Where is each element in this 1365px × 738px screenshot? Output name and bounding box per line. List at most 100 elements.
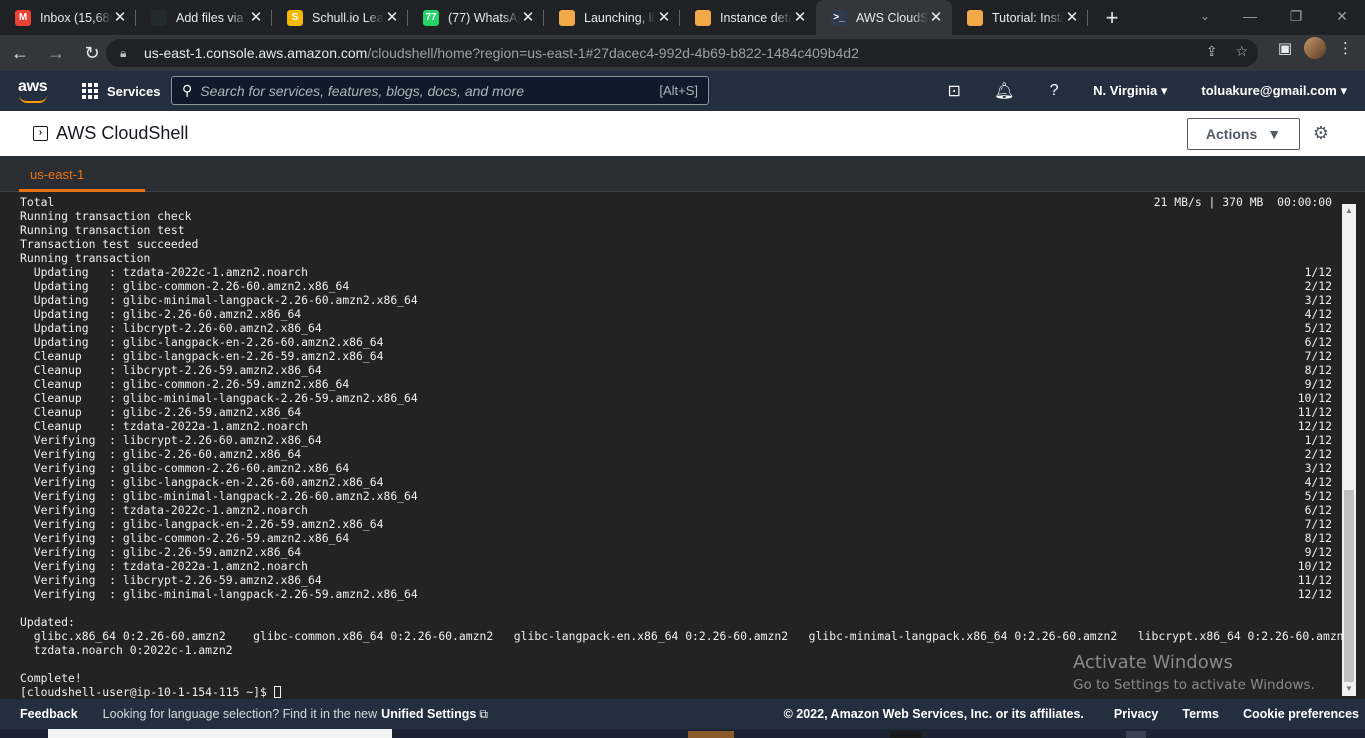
terminal-line-text: Verifying : glibc-minimal-langpack-2.26-… <box>20 489 418 503</box>
close-tab-icon[interactable]: ✕ <box>928 9 944 26</box>
taskbar-app-icon[interactable] <box>1126 731 1146 738</box>
grid-icon <box>82 83 98 99</box>
region-selector[interactable]: N. Virginia ▾ <box>1093 83 1167 99</box>
browser-tab-label: Instance details <box>720 10 792 25</box>
close-tab-icon[interactable]: ✕ <box>112 9 128 26</box>
back-button[interactable]: ← <box>4 37 36 69</box>
help-icon[interactable]: ? <box>1029 82 1079 100</box>
browser-tab[interactable]: >_ AWS CloudShell✕ <box>816 0 952 35</box>
taskbar-search-box[interactable] <box>48 729 392 738</box>
services-menu[interactable]: Services <box>82 83 161 99</box>
terminal-line-progress: 10/12 <box>1297 559 1332 573</box>
browser-tab-label: Launching, listing <box>584 10 656 25</box>
tab-search-icon[interactable]: ⌄ <box>1192 4 1218 28</box>
actions-dropdown-button[interactable]: Actions ▼ <box>1187 118 1300 150</box>
terminal-line-text: glibc.x86_64 0:2.26-60.amzn2 glibc-commo… <box>20 629 1351 643</box>
terms-link[interactable]: Terms <box>1182 707 1219 721</box>
reload-button[interactable]: ↻ <box>76 37 108 69</box>
aws-search-input[interactable]: ⚲ Search for services, features, blogs, … <box>171 76 709 105</box>
account-menu[interactable]: toluakure@gmail.com ▾ <box>1201 83 1347 99</box>
cloudshell-header: › AWS CloudShell Actions ▼ ⚙ <box>0 111 1365 156</box>
browser-tab-label: AWS CloudShell <box>856 10 928 25</box>
close-tab-icon[interactable]: ✕ <box>1064 9 1080 26</box>
terminal-line-progress: 9/12 <box>1304 377 1332 391</box>
new-tab-button[interactable]: + <box>1094 0 1130 35</box>
terminal-line: Verifying : libcrypt-2.26-59.amzn2.x86_6… <box>20 573 1340 587</box>
restore-button[interactable]: ❐ <box>1273 0 1319 32</box>
close-tab-icon[interactable]: ✕ <box>384 9 400 26</box>
browser-tab[interactable]: M Inbox (15,689)✕ <box>0 0 136 35</box>
share-icon[interactable]: ⇪ <box>1206 43 1218 60</box>
aws-top-nav: aws Services ⚲ Search for services, feat… <box>0 71 1365 111</box>
whatsapp-icon: 77 <box>423 9 439 26</box>
cloudshell-nav-icon[interactable]: ⊡ <box>929 81 979 101</box>
terminal-line-text: Total <box>20 195 55 209</box>
terminal-line-progress: 4/12 <box>1304 475 1332 489</box>
close-tab-icon[interactable]: ✕ <box>520 9 536 26</box>
terminal-line-progress: 1/12 <box>1304 433 1332 447</box>
terminal-line-text: tzdata.noarch 0:2022c-1.amzn2 <box>20 643 233 657</box>
search-icon: ⚲ <box>182 82 193 98</box>
bookmark-star-icon[interactable]: ☆ <box>1235 43 1248 60</box>
browser-tab[interactable]: 77 (77) WhatsApp✕ <box>408 0 544 35</box>
terminal-line-text: Updating : glibc-langpack-en-2.26-60.amz… <box>20 335 384 349</box>
tab-separator <box>1087 10 1088 26</box>
aws-logo[interactable]: aws <box>18 78 50 104</box>
terminal-line-text: Verifying : libcrypt-2.26-59.amzn2.x86_6… <box>20 573 322 587</box>
caret-down-icon: ▼ <box>1267 126 1282 142</box>
close-tab-icon[interactable]: ✕ <box>248 9 264 26</box>
scroll-up-arrow[interactable]: ▲ <box>1342 204 1356 218</box>
terminal-line: Verifying : tzdata-2022c-1.amzn2.noarch 6… <box>20 503 1340 517</box>
browser-tab[interactable]: Instance details✕ <box>680 0 816 35</box>
browser-tab[interactable]: S Schull.io Learning✕ <box>272 0 408 35</box>
browser-tab-label: Inbox (15,689) <box>40 10 112 25</box>
minimize-button[interactable]: — <box>1227 0 1273 32</box>
forward-button[interactable]: → <box>40 37 72 69</box>
unified-settings-link[interactable]: Unified Settings <box>381 707 476 721</box>
aws-box-icon <box>559 9 575 26</box>
terminal-line: Cleanup : glibc-common-2.26-59.amzn2.x86… <box>20 377 1340 391</box>
close-tab-icon[interactable]: ✕ <box>656 9 672 26</box>
terminal-line-progress: 12/12 <box>1297 587 1332 601</box>
activate-windows-watermark: Activate Windows Go to Settings to activ… <box>1073 652 1315 693</box>
notifications-bell-icon[interactable]: 🔔︎ <box>979 81 1029 101</box>
gear-icon[interactable]: ⚙ <box>1311 123 1331 143</box>
url-host: us-east-1.console.aws.amazon.com <box>144 45 368 61</box>
profile-avatar[interactable] <box>1304 37 1326 59</box>
search-shortcut-hint: [Alt+S] <box>659 83 698 98</box>
terminal-line: Verifying : glibc-minimal-langpack-2.26-… <box>20 489 1340 503</box>
schull-icon: S <box>287 9 303 26</box>
feedback-link[interactable]: Feedback <box>20 707 78 721</box>
browser-tab[interactable]: Add files via upload✕ <box>136 0 272 35</box>
external-link-icon: ⧉ <box>479 706 488 721</box>
terminal-line-text: Verifying : tzdata-2022a-1.amzn2.noarch <box>20 559 309 573</box>
account-label: toluakure@gmail.com <box>1201 83 1337 98</box>
browser-tab[interactable]: Launching, listing✕ <box>544 0 680 35</box>
terminal-output: Total 21 MB/s | 370 MB 00:00:00 Running tr… <box>20 195 1350 699</box>
github-icon <box>151 9 167 26</box>
close-window-button[interactable]: ✕ <box>1319 0 1365 32</box>
tab-us-east-1[interactable]: us-east-1 <box>19 156 145 192</box>
cookie-preferences-link[interactable]: Cookie preferences <box>1243 707 1359 721</box>
terminal-line: Updating : glibc-common-2.26-60.amzn2.x8… <box>20 279 1340 293</box>
taskbar-app-icon[interactable] <box>890 731 922 738</box>
privacy-link[interactable]: Privacy <box>1114 707 1158 721</box>
terminal-line-progress: 9/12 <box>1304 545 1332 559</box>
terminal-line-progress: 6/12 <box>1304 335 1332 349</box>
session-tab-bar: us-east-1 <box>0 156 1365 192</box>
scroll-down-arrow[interactable]: ▼ <box>1342 682 1356 696</box>
browser-tab[interactable]: Tutorial: Instance✕ <box>952 0 1088 35</box>
terminal-line: Verifying : glibc-langpack-en-2.26-59.am… <box>20 517 1340 531</box>
side-panel-icon[interactable]: ▣ <box>1278 39 1292 57</box>
terminal-scrollbar[interactable]: ▲ ▼ <box>1342 204 1356 696</box>
terminal-line-text: Updating : libcrypt-2.26-60.amzn2.x86_64 <box>20 321 322 335</box>
taskbar-app-icon[interactable] <box>688 731 734 738</box>
terminal-line: Updated: <box>20 615 1340 629</box>
terminal-line-text: Cleanup : glibc-2.26-59.amzn2.x86_64 <box>20 405 302 419</box>
browser-menu-icon[interactable]: ⋮ <box>1338 39 1353 57</box>
scroll-thumb[interactable] <box>1344 490 1354 682</box>
address-bar[interactable]: 🔒︎ us-east-1.console.aws.amazon.com/clou… <box>106 39 1258 67</box>
terminal[interactable]: Total 21 MB/s | 370 MB 00:00:00 Running tr… <box>0 192 1365 699</box>
close-tab-icon[interactable]: ✕ <box>792 9 808 26</box>
terminal-line-progress: 11/12 <box>1297 573 1332 587</box>
